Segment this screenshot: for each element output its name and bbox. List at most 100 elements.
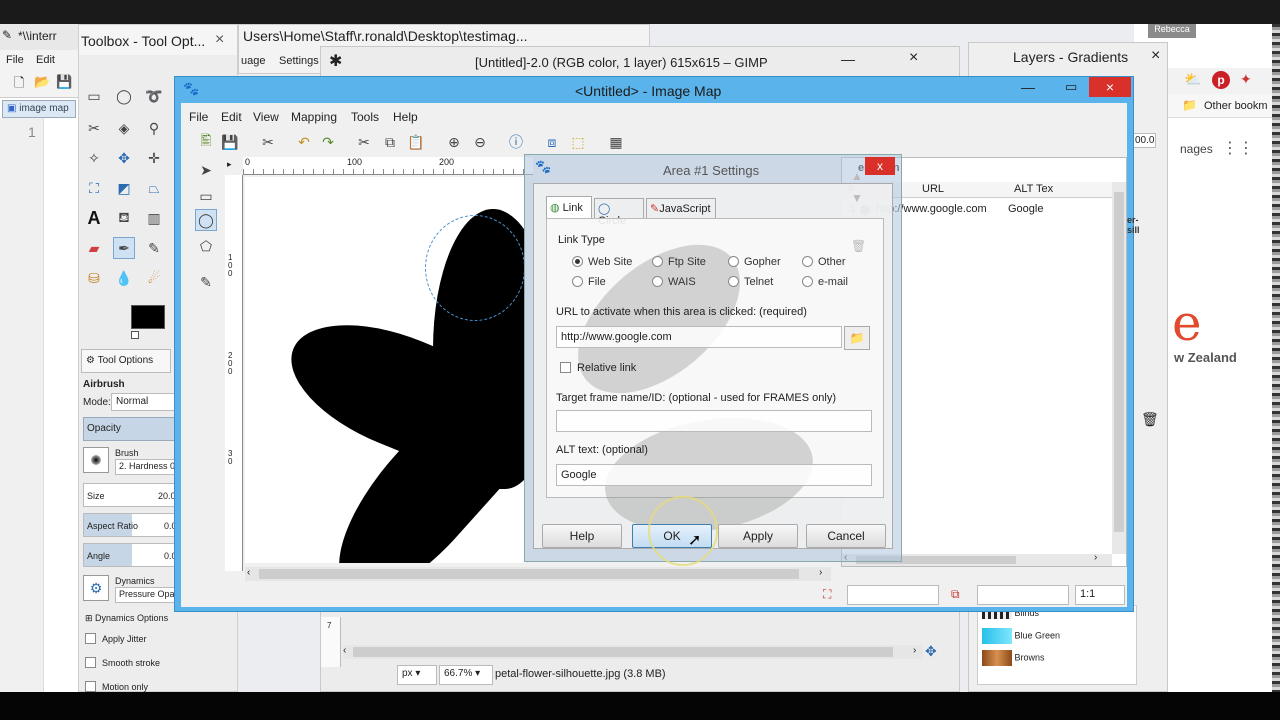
- rotate-icon[interactable]: ◩: [113, 177, 135, 199]
- ruler-toggle-icon[interactable]: ▸: [227, 159, 232, 170]
- pinterest-icon[interactable]: p: [1212, 71, 1230, 89]
- perspective-icon[interactable]: ⏢: [143, 177, 165, 199]
- paste-icon[interactable]: 📋: [405, 131, 427, 153]
- tab-javascript[interactable]: ✎JavaScript: [646, 198, 716, 218]
- mode-select[interactable]: Normal: [111, 393, 177, 411]
- copy-icon[interactable]: ⧉: [379, 131, 401, 153]
- vscroll-thumb[interactable]: [1114, 192, 1124, 532]
- side-icon-delete[interactable]: 🗑: [851, 239, 866, 253]
- guides-icon[interactable]: ⬚: [567, 131, 589, 153]
- radio-other[interactable]: Other: [802, 256, 846, 268]
- gimp-close-button[interactable]: ×: [909, 49, 918, 67]
- imagemap-close-button[interactable]: ×: [1089, 77, 1131, 97]
- info-icon[interactable]: ⓘ: [505, 131, 527, 153]
- menu-file[interactable]: File: [6, 54, 24, 66]
- eraser-icon[interactable]: ▰: [83, 237, 105, 259]
- apply-jitter-checkbox[interactable]: Apply Jitter: [85, 633, 147, 644]
- move-icon[interactable]: ✥: [113, 147, 135, 169]
- smooth-stroke-checkbox[interactable]: Smooth stroke: [85, 657, 160, 668]
- url-input[interactable]: http://www.google.com: [556, 326, 842, 348]
- radio-email[interactable]: e-mail: [802, 276, 848, 288]
- blur-icon[interactable]: 💧: [113, 267, 135, 289]
- dialog-close-button[interactable]: x: [865, 157, 895, 175]
- motion-only-checkbox[interactable]: Motion only: [85, 681, 148, 692]
- gradient-item[interactable]: Blue Green: [982, 628, 1060, 644]
- scissors-select-icon[interactable]: ⚲: [143, 117, 165, 139]
- crop-icon[interactable]: ⛶: [83, 177, 105, 199]
- foreground-color-swatch[interactable]: [131, 305, 165, 329]
- menu-help[interactable]: Help: [393, 110, 418, 124]
- scroll-right-arrow[interactable]: ›: [819, 567, 822, 578]
- notepad-tab[interactable]: ▣ image map: [2, 100, 76, 118]
- select-by-color-icon[interactable]: ◈: [113, 117, 135, 139]
- arrow-tool-icon[interactable]: ➤: [195, 159, 217, 181]
- target-input[interactable]: [556, 410, 872, 432]
- gradient-item[interactable]: Browns: [982, 650, 1045, 666]
- zoom-in-icon[interactable]: ⊕: [443, 131, 465, 153]
- radio-telnet[interactable]: Telnet: [728, 276, 773, 288]
- open-folder-icon[interactable]: 📂: [34, 74, 50, 90]
- zoom-select[interactable]: 66.7% ▾: [439, 665, 493, 685]
- open-icon[interactable]: 🖺: [195, 131, 217, 153]
- undo-icon[interactable]: ↶: [293, 131, 315, 153]
- browse-folder-icon[interactable]: 📁: [844, 326, 870, 350]
- menu-mapping[interactable]: Mapping: [291, 110, 337, 124]
- canvas-hscroll[interactable]: ‹ ›: [245, 567, 831, 581]
- gimp-minimize-button[interactable]: —: [841, 51, 855, 67]
- explorer-menu-language[interactable]: uage: [241, 55, 265, 67]
- free-select-icon[interactable]: ➰: [143, 85, 165, 107]
- browser-user-badge[interactable]: Rebecca: [1148, 24, 1196, 38]
- unit-select[interactable]: px ▾: [397, 665, 437, 685]
- gimp-hscroll[interactable]: ‹ ›: [343, 645, 923, 659]
- layers-delete-icon[interactable]: 🗑: [1141, 411, 1159, 428]
- brush-preview[interactable]: [83, 447, 109, 473]
- grid-icon[interactable]: ▦: [605, 131, 627, 153]
- clone-icon[interactable]: ⛁: [83, 267, 105, 289]
- ellipse-select-icon[interactable]: ◯: [113, 85, 135, 107]
- cancel-button[interactable]: Cancel: [806, 524, 886, 548]
- radio-file[interactable]: File: [572, 276, 606, 288]
- menu-view[interactable]: View: [253, 110, 279, 124]
- aspect-ratio-slider[interactable]: Aspect Ratio 0.0: [83, 513, 179, 537]
- menu-edit[interactable]: Edit: [221, 110, 242, 124]
- arrange-icon[interactable]: ⧈: [541, 131, 563, 153]
- imagemap-maximize-button[interactable]: ▭: [1065, 79, 1077, 95]
- radio-web-site[interactable]: Web Site: [572, 256, 632, 268]
- background-color-swatch[interactable]: [131, 331, 139, 339]
- scroll-right-arrow[interactable]: ›: [913, 645, 916, 656]
- alt-input[interactable]: Google: [556, 464, 872, 486]
- side-icon-down[interactable]: ▼: [851, 191, 863, 205]
- redo-icon[interactable]: ↷: [317, 131, 339, 153]
- save-icon[interactable]: 💾: [56, 74, 72, 90]
- radio-gopher[interactable]: Gopher: [728, 256, 781, 268]
- toolbox-close-button[interactable]: ×: [215, 31, 224, 49]
- hscroll-thumb[interactable]: [353, 647, 893, 657]
- blend-icon[interactable]: ▥: [143, 207, 165, 229]
- explorer-menu-settings[interactable]: Settings: [279, 55, 319, 67]
- extension-icon[interactable]: ⛅: [1184, 71, 1201, 88]
- polygon-tool-icon[interactable]: ⬠: [195, 235, 217, 257]
- size-slider[interactable]: Size 20.0: [83, 483, 179, 507]
- relative-link-checkbox[interactable]: Relative link: [560, 362, 636, 374]
- new-file-icon[interactable]: 🗋: [14, 74, 24, 96]
- tool-options-tab[interactable]: ⚙ Tool Options: [81, 349, 171, 373]
- preferences-icon[interactable]: ✂: [257, 131, 279, 153]
- circle-tool-icon[interactable]: ◯: [195, 209, 217, 231]
- col-alt[interactable]: ALT Tex: [1014, 183, 1053, 195]
- text-icon[interactable]: A: [83, 207, 105, 229]
- selection-vscroll[interactable]: [1112, 182, 1126, 554]
- tab-circle[interactable]: ◯ Circle: [594, 198, 644, 227]
- help-button[interactable]: Help: [542, 524, 622, 548]
- circle-area-selection[interactable]: [425, 215, 525, 321]
- scroll-left-arrow[interactable]: ‹: [247, 567, 250, 578]
- col-url[interactable]: URL: [922, 183, 944, 195]
- radio-wais[interactable]: WAIS: [652, 276, 696, 288]
- paths-icon[interactable]: ✧: [83, 147, 105, 169]
- navigate-icon[interactable]: ✥: [925, 643, 937, 660]
- scroll-left-arrow[interactable]: ‹: [343, 645, 346, 656]
- side-icon-up[interactable]: ▲: [851, 169, 863, 183]
- menu-file[interactable]: File: [189, 110, 208, 124]
- layers-close-button[interactable]: ×: [1151, 47, 1160, 65]
- cut-icon[interactable]: ✂: [353, 131, 375, 153]
- hscroll-thumb[interactable]: [259, 569, 799, 579]
